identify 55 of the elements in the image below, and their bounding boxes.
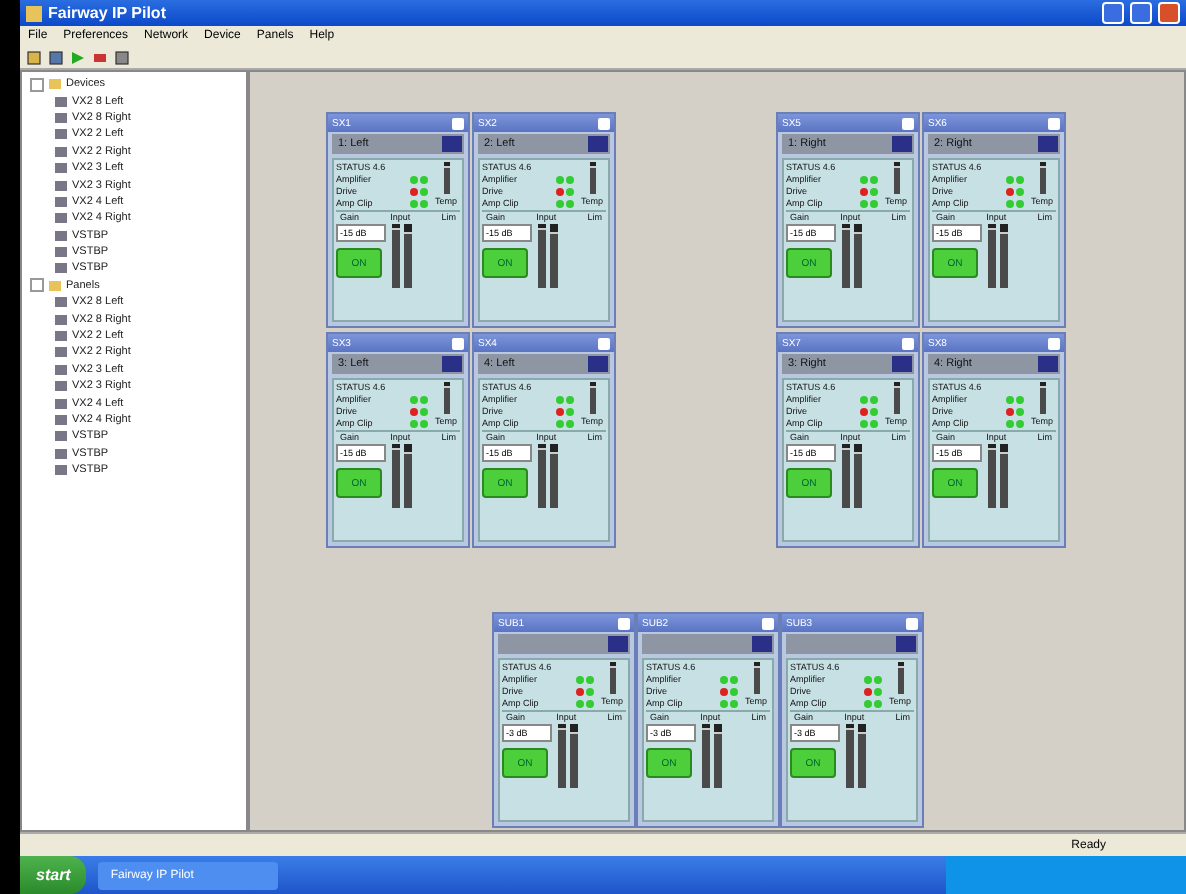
- level-meter: [846, 724, 854, 788]
- close-icon[interactable]: [452, 117, 464, 129]
- expand-toggle[interactable]: [30, 278, 44, 293]
- level-meter: [392, 224, 400, 288]
- close-icon[interactable]: [902, 117, 914, 129]
- temp-meter: [1039, 382, 1045, 414]
- level-meter: [404, 224, 412, 288]
- minimize-button[interactable]: [1102, 2, 1124, 24]
- close-icon[interactable]: [598, 337, 610, 349]
- level-meter: [1000, 224, 1008, 288]
- level-meter: [550, 444, 558, 508]
- temp-meter: [443, 382, 449, 414]
- level-meter: [392, 444, 400, 508]
- close-icon[interactable]: [618, 617, 630, 629]
- window-title: Fairway IP Pilot: [48, 4, 166, 22]
- temp-meter: [589, 162, 595, 194]
- folder-icon: [48, 78, 62, 91]
- level-meter: [988, 444, 996, 508]
- level-meter: [858, 724, 866, 788]
- temp-meter: [753, 662, 759, 694]
- stop-icon[interactable]: [92, 49, 108, 65]
- level-meter: [570, 724, 578, 788]
- level-meter: [404, 444, 412, 508]
- level-meter: [538, 224, 546, 288]
- level-meter: [842, 224, 850, 288]
- temp-meter: [443, 162, 449, 194]
- temp-meter: [609, 662, 615, 694]
- level-meter: [842, 444, 850, 508]
- temp-meter: [893, 382, 899, 414]
- temp-meter: [893, 162, 899, 194]
- expand-toggle[interactable]: [30, 77, 44, 92]
- close-button[interactable]: [1158, 2, 1180, 24]
- close-icon[interactable]: [452, 337, 464, 349]
- level-meter: [538, 444, 546, 508]
- level-meter: [988, 224, 996, 288]
- close-icon[interactable]: [1048, 117, 1060, 129]
- play-icon[interactable]: [70, 49, 86, 65]
- close-icon[interactable]: [1048, 337, 1060, 349]
- close-icon[interactable]: [902, 337, 914, 349]
- maximize-button[interactable]: [1130, 2, 1152, 24]
- close-icon[interactable]: [762, 617, 774, 629]
- level-meter: [550, 224, 558, 288]
- folder-icon: [48, 279, 62, 292]
- level-meter: [558, 724, 566, 788]
- app-icon: [26, 5, 42, 21]
- level-meter: [714, 724, 722, 788]
- temp-meter: [1039, 162, 1045, 194]
- level-meter: [854, 224, 862, 288]
- close-icon[interactable]: [906, 617, 918, 629]
- level-meter: [702, 724, 710, 788]
- temp-meter: [589, 382, 595, 414]
- close-icon[interactable]: [598, 117, 610, 129]
- level-meter: [1000, 444, 1008, 508]
- temp-meter: [897, 662, 903, 694]
- level-meter: [854, 444, 862, 508]
